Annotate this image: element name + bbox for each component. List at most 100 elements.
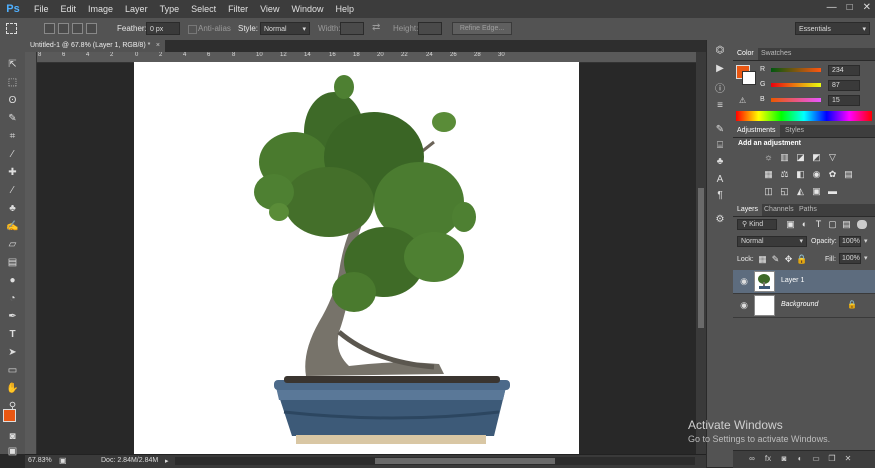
hue-saturation-icon[interactable]: ▦ <box>763 169 774 180</box>
blur-tool-icon[interactable]: ● <box>6 274 19 287</box>
status-menu-icon[interactable]: ▸ <box>165 457 169 465</box>
move-tool-icon[interactable]: ⇱ <box>6 58 19 71</box>
vibrance-icon[interactable]: ▽ <box>827 152 838 163</box>
lock-pixels-icon[interactable]: ✎ <box>770 254 781 265</box>
lasso-tool-icon[interactable]: ʘ <box>6 94 19 107</box>
vertical-scrollbar[interactable] <box>696 52 706 454</box>
lock-position-icon[interactable]: ✥ <box>783 254 794 265</box>
antialias-checkbox[interactable] <box>188 25 197 34</box>
refine-edge-button[interactable]: Refine Edge... <box>452 22 512 35</box>
subtract-from-selection-icon[interactable] <box>72 23 83 34</box>
rectangle-tool-icon[interactable]: ▭ <box>6 364 19 377</box>
crop-tool-icon[interactable]: ⌗ <box>6 130 19 143</box>
color-lookup-icon[interactable]: ▤ <box>843 169 854 180</box>
height-input[interactable] <box>418 22 442 35</box>
blue-gradient-bar[interactable] <box>771 98 821 102</box>
warning-icon[interactable]: ⚠ <box>739 96 746 105</box>
eraser-tool-icon[interactable]: ▱ <box>6 238 19 251</box>
filter-type-icon[interactable]: T <box>813 219 824 230</box>
tab-swatches[interactable]: Swatches <box>757 48 795 60</box>
clone-source-icon[interactable]: ♣ <box>714 156 726 168</box>
close-tab-icon[interactable]: × <box>156 40 160 52</box>
blue-value-field[interactable]: 15 <box>828 95 860 106</box>
menu-image[interactable]: Image <box>88 4 113 14</box>
posterize-icon[interactable]: ◱ <box>779 186 790 197</box>
gradient-map-icon[interactable]: ▬ <box>827 186 838 197</box>
actions-play-icon[interactable]: ▶ <box>714 63 726 75</box>
foreground-color-swatch[interactable] <box>3 409 16 422</box>
type-tool-icon[interactable]: T <box>6 328 19 341</box>
red-value-field[interactable]: 234 <box>828 65 860 76</box>
fx-icon[interactable]: fx <box>763 454 773 464</box>
layer-filter-select[interactable]: ⚲ Kind <box>737 219 777 230</box>
history-brush-tool-icon[interactable]: ✍ <box>6 220 19 233</box>
filter-adjustment-icon[interactable]: ◐ <box>799 219 810 230</box>
character-icon[interactable]: A <box>714 174 726 186</box>
pen-tool-icon[interactable]: ✒ <box>6 310 19 323</box>
tool-presets-icon[interactable]: ⚙ <box>714 214 726 226</box>
lock-all-icon[interactable]: 🔒 <box>796 254 807 265</box>
close-window-button[interactable]: ✕ <box>863 2 871 13</box>
green-gradient-bar[interactable] <box>771 83 821 87</box>
paragraph-icon[interactable]: ¶ <box>714 190 726 202</box>
add-to-selection-icon[interactable] <box>58 23 69 34</box>
quick-mask-icon[interactable]: ◙ <box>6 430 19 443</box>
zoom-level[interactable]: 67.83% <box>28 457 52 464</box>
tab-layers[interactable]: Layers <box>733 204 763 216</box>
new-selection-icon[interactable] <box>44 23 55 34</box>
marquee-tool-icon[interactable]: ⬚ <box>6 76 19 89</box>
blend-mode-select[interactable]: Normal ▾ <box>737 236 807 247</box>
layer-row[interactable]: ◉ Background 🔒 <box>733 294 875 318</box>
levels-icon[interactable]: ▥ <box>779 152 790 163</box>
filter-shape-icon[interactable]: ▢ <box>827 219 838 230</box>
photo-filter-icon[interactable]: ◉ <box>811 169 822 180</box>
red-gradient-bar[interactable] <box>771 68 821 72</box>
swap-dimensions-icon[interactable]: ⇄ <box>372 22 380 33</box>
menu-layer[interactable]: Layer <box>125 4 148 14</box>
slider-green[interactable]: G 87 <box>733 80 875 92</box>
exposure-icon[interactable]: ◩ <box>811 152 822 163</box>
eye-icon[interactable]: ◉ <box>739 276 749 286</box>
menu-window[interactable]: Window <box>291 4 323 14</box>
curves-icon[interactable]: ◪ <box>795 152 806 163</box>
color-balance-icon[interactable]: ⚖ <box>779 169 790 180</box>
document-tab[interactable]: Untitled-1 @ 67.8% (Layer 1, RGB/8) * × <box>25 40 165 52</box>
menu-select[interactable]: Select <box>191 4 216 14</box>
slider-blue[interactable]: ⚠ B 15 <box>733 95 875 107</box>
adjustment-layer-icon[interactable]: ◐ <box>795 454 805 464</box>
workspace-select[interactable]: Essentials ▾ <box>795 22 870 35</box>
brush-panel-icon[interactable]: ✎ <box>714 124 726 136</box>
quick-selection-tool-icon[interactable]: ✎ <box>6 112 19 125</box>
feather-input[interactable]: 0 px <box>146 22 180 35</box>
screen-mode-icon[interactable]: ▣ <box>6 445 19 458</box>
tab-color[interactable]: Color <box>733 48 758 60</box>
channel-mixer-icon[interactable]: ✿ <box>827 169 838 180</box>
minimize-button[interactable]: — <box>827 2 837 13</box>
tab-styles[interactable]: Styles <box>781 125 808 137</box>
menu-view[interactable]: View <box>260 4 279 14</box>
threshold-icon[interactable]: ◭ <box>795 186 806 197</box>
tab-adjustments[interactable]: Adjustments <box>733 125 780 137</box>
mask-icon[interactable]: ◙ <box>779 454 789 464</box>
black-white-icon[interactable]: ◧ <box>795 169 806 180</box>
maximize-button[interactable]: □ <box>847 2 853 13</box>
color-spectrum-bar[interactable] <box>736 111 872 121</box>
healing-brush-tool-icon[interactable]: ✚ <box>6 166 19 179</box>
tab-paths[interactable]: Paths <box>795 204 821 216</box>
document-canvas[interactable] <box>134 62 579 454</box>
invert-icon[interactable]: ◫ <box>763 186 774 197</box>
info-icon[interactable]: ⓘ <box>714 84 726 96</box>
horizontal-scroll-thumb[interactable] <box>375 458 555 464</box>
tab-channels[interactable]: Channels <box>760 204 798 216</box>
eyedropper-tool-icon[interactable]: ⁄ <box>6 148 19 161</box>
vertical-scroll-thumb[interactable] <box>698 188 704 328</box>
style-select[interactable]: Normal ▾ <box>260 22 310 35</box>
export-icon[interactable]: ▣ <box>59 456 67 465</box>
horizontal-scrollbar[interactable] <box>175 457 695 465</box>
opacity-input[interactable]: 100% <box>839 236 861 247</box>
layer-name[interactable]: Layer 1 <box>781 277 804 284</box>
width-input[interactable] <box>340 22 364 35</box>
eye-icon[interactable]: ◉ <box>739 300 749 310</box>
hand-tool-icon[interactable]: ✋ <box>6 382 19 395</box>
green-value-field[interactable]: 87 <box>828 80 860 91</box>
